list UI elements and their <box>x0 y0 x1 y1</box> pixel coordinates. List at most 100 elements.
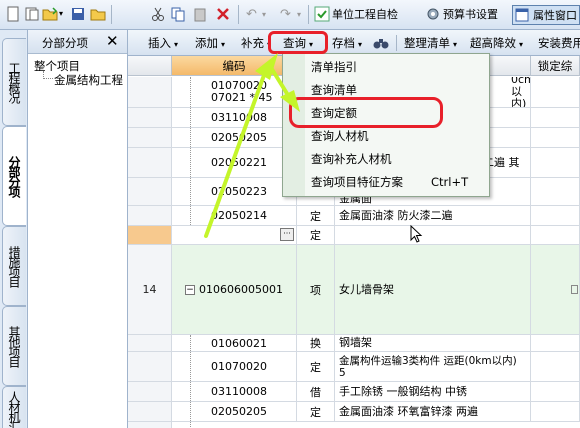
cell-code[interactable]: 01060021 <box>172 335 297 351</box>
save-archive-label: 存档 <box>332 36 355 50</box>
cell-type[interactable]: 借 <box>297 382 335 401</box>
menu-item-query-feature-scheme[interactable]: 查询项目特征方案 Ctrl+T <box>311 172 481 192</box>
grid-header-rownum <box>128 56 172 76</box>
tab-labor-material-summary[interactable]: 人材机汇总 <box>2 386 26 428</box>
cell-code[interactable]: 01070020 <box>172 352 297 381</box>
menu-item-query-supplement-labor-material[interactable]: 查询补充人材机 <box>311 149 392 169</box>
cell-type[interactable]: 项 <box>297 245 335 334</box>
close-icon[interactable]: ✕ <box>106 32 119 50</box>
add-button[interactable]: 添加 ▾ <box>195 35 225 52</box>
chevron-down-icon: ▾ <box>174 40 179 49</box>
folder-icon[interactable] <box>90 6 106 22</box>
install-fee-button[interactable]: 安装费用 <box>538 35 580 52</box>
menu-item-query-feature-scheme-label: 查询项目特征方案 <box>311 175 403 189</box>
property-window-label: 属性窗口 <box>533 9 577 22</box>
cell-code[interactable]: 02050221 <box>172 148 297 177</box>
super-height-label: 超高降效 <box>470 36 516 50</box>
tab-other-items[interactable]: 其他项目 <box>2 306 26 386</box>
budget-settings-button[interactable]: 预算书设置 <box>443 5 498 25</box>
cut-icon[interactable] <box>150 6 166 22</box>
tab-measures[interactable]: 措施项目 <box>2 226 26 306</box>
open-dropdown-icon[interactable]: ▾ <box>59 4 63 24</box>
undo-dropdown-icon[interactable]: ▾ <box>262 5 266 25</box>
cell-name[interactable]: 钢墙架 <box>335 335 531 351</box>
delete-icon[interactable] <box>215 6 231 22</box>
cell-type[interactable]: 定 <box>297 206 335 225</box>
cell-code[interactable]: 01070020 07021 * 45 <box>172 77 297 107</box>
query-button-highlight <box>268 31 328 54</box>
cell-code[interactable]: 02050223 <box>172 178 297 205</box>
insert-label: 插入 <box>148 36 171 50</box>
supplement-label: 补充 <box>241 36 264 50</box>
row-number: 14 <box>128 245 172 334</box>
save-icon[interactable] <box>70 6 86 22</box>
cell-code-editing[interactable] <box>172 226 297 244</box>
table-row[interactable]: 01070020 定 金属构件运输3类构件 运距(0km以内) 5 <box>128 352 580 382</box>
table-row[interactable]: 14 − 010606005001 项 女儿墙骨架 <box>128 245 580 335</box>
cell-code[interactable]: 010606005001 <box>172 245 297 334</box>
cell-name[interactable] <box>335 226 531 244</box>
cell-name[interactable]: 金属构件运输3类构件 运距(0km以内) 5 <box>335 352 531 381</box>
paste-icon[interactable] <box>192 6 208 22</box>
tab-project-overview[interactable]: 工程概况 <box>2 38 26 126</box>
tree-connector <box>190 422 191 428</box>
open-folder-icon[interactable] <box>42 6 58 22</box>
cell-name[interactable]: 女儿墙骨架 <box>335 245 531 334</box>
toolbar-divider <box>396 35 397 51</box>
tab-subdivision[interactable]: 分部分项 <box>2 126 26 226</box>
grid-header-code[interactable]: 编码 <box>172 56 297 76</box>
supplement-button[interactable]: 补充 ▾ <box>241 35 271 52</box>
cell-code[interactable]: 02050214 <box>172 206 297 225</box>
browse-button[interactable]: ··· <box>280 228 294 241</box>
redo-icon[interactable]: ↷ <box>280 5 291 25</box>
lock-checkbox[interactable] <box>571 285 578 294</box>
cell-code[interactable]: 03110008 <box>172 108 297 127</box>
subdivision-tree-panel: 分部分项 ✕ 整个项目 金属结构工程 <box>28 30 128 428</box>
cell-code[interactable]: 03110008 <box>172 382 297 401</box>
table-row[interactable] <box>128 422 580 428</box>
tree-panel-header: 分部分项 ✕ <box>28 30 127 54</box>
organize-list-label: 整理清单 <box>404 36 450 50</box>
new-file-icon[interactable] <box>5 6 21 22</box>
new-template-icon[interactable] <box>24 6 40 22</box>
cell-type[interactable]: 换 <box>297 335 335 351</box>
chevron-down-icon: ▾ <box>519 40 524 49</box>
query-quota-highlight <box>289 97 443 128</box>
redo-dropdown-icon[interactable]: ▾ <box>297 5 301 25</box>
main-toolbar: ▾ ↶ ▾ ↷ ▾ 单位工程自检 预算书设置 属性窗口 <box>0 0 580 30</box>
mouse-cursor-icon <box>410 225 423 243</box>
chevron-down-icon: ▾ <box>221 40 226 49</box>
table-row[interactable]: 01060021 换 钢墙架 <box>128 335 580 352</box>
cell-type[interactable]: 定 <box>297 402 335 421</box>
undo-icon[interactable]: ↶ <box>246 5 257 25</box>
menu-item-query-labor-material[interactable]: 查询人材机 <box>311 126 369 146</box>
cell-type[interactable]: 定 <box>297 226 335 244</box>
table-row[interactable]: 03110008 借 手工除锈 一般钢结构 中锈 <box>128 382 580 402</box>
unit-check-button[interactable]: 单位工程自检 <box>332 5 398 25</box>
property-window-button[interactable]: 属性窗口 <box>512 5 580 25</box>
organize-list-button[interactable]: 整理清单 ▾ <box>404 35 457 52</box>
table-row[interactable]: 02050205 定 金属面油漆 环氧富锌漆 两遍 <box>128 402 580 422</box>
cell-type[interactable]: 定 <box>297 352 335 381</box>
super-height-button[interactable]: 超高降效 ▾ <box>470 35 523 52</box>
table-row[interactable]: ··· 定 <box>128 226 580 245</box>
cell-name[interactable]: 金属面油漆 环氧富锌漆 两遍 <box>335 402 531 421</box>
cell-code[interactable]: 02050205 <box>172 128 297 147</box>
gear-icon <box>427 8 439 20</box>
table-row[interactable]: 02050214 定 金属面油漆 防火漆二遍 <box>128 206 580 226</box>
grid-header-locked[interactable]: 锁定综 <box>531 56 580 76</box>
tree-node-metal-structure[interactable]: 金属结构工程 <box>54 72 123 88</box>
binoculars-icon[interactable] <box>373 36 389 50</box>
menu-item-list-guide[interactable]: 清单指引 <box>311 57 357 77</box>
cell-name[interactable]: 金属面油漆 防火漆二遍 <box>335 206 531 225</box>
chevron-down-icon: ▾ <box>453 40 458 49</box>
unit-check-icon <box>314 6 330 22</box>
cell-name[interactable]: 手工除锈 一般钢结构 中锈 <box>335 382 531 401</box>
insert-button[interactable]: 插入 ▾ <box>148 35 178 52</box>
copy-icon[interactable] <box>170 6 186 22</box>
shortcut-label: Ctrl+T <box>431 175 469 189</box>
toolbar-divider <box>111 5 112 24</box>
toolbar-divider <box>238 5 239 24</box>
save-archive-button[interactable]: 存档 ▾ <box>332 35 362 52</box>
cell-code[interactable]: 02050205 <box>172 402 297 421</box>
